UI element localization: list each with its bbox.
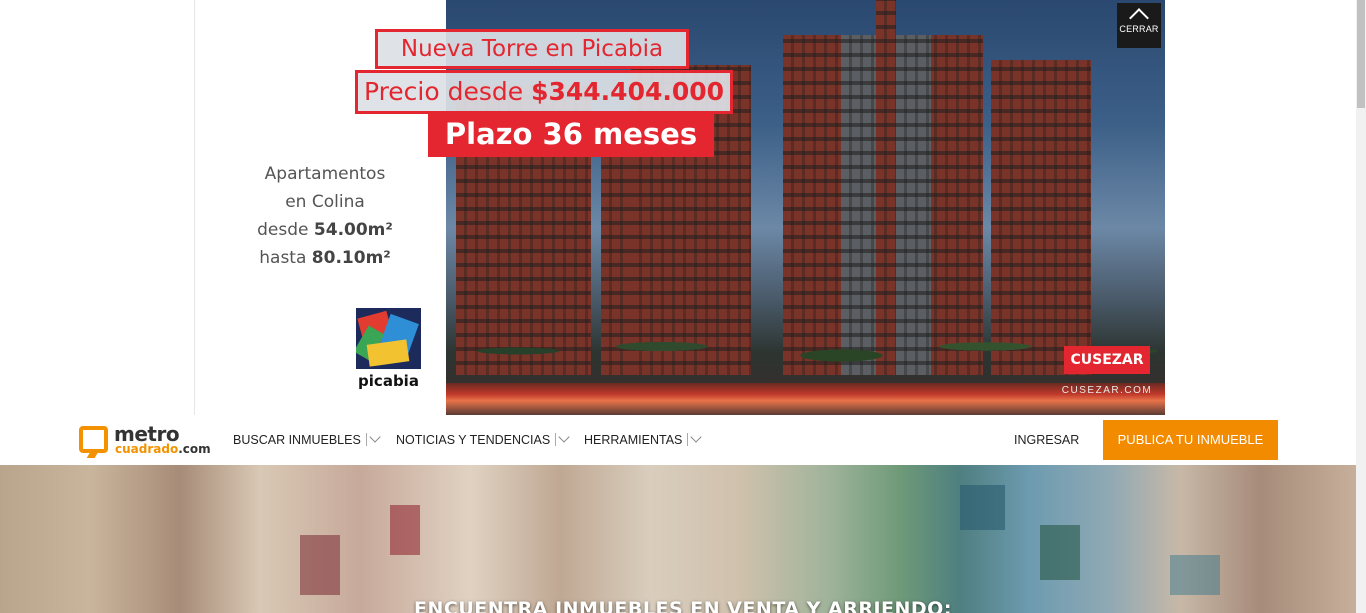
nav-label: BUSCAR INMUEBLES [233,433,361,447]
metrocuadrado-logo[interactable]: metro cuadrado.com [79,422,219,458]
chevron-down-icon [558,431,570,443]
picabia-logo[interactable]: picabia [356,308,421,393]
ad-banner[interactable]: Apartamentos en Colina desde 54.00m² has… [194,0,1165,415]
nav-noticias-tendencias[interactable]: NOTICIAS Y TENDENCIAS [396,431,570,447]
hero-image-texture [0,465,1366,613]
ad-copy-line-3-prefix: desde [257,220,314,240]
login-link[interactable]: INGRESAR [1014,433,1079,447]
scrollbar-thumb[interactable] [1357,0,1365,108]
ad-price-headline: Precio desde $344.404.000 [355,70,733,114]
nav-separator [555,433,557,446]
picabia-logo-shape [366,339,410,367]
ad-price-prefix: Precio desde [363,77,532,106]
nav-herramientas[interactable]: HERRAMIENTAS [584,431,703,447]
nav-label: NOTICIAS Y TENDENCIAS [396,433,551,447]
trees [446,297,1165,387]
ad-copy-line-4-value: 80.10m² [311,248,391,268]
chevron-down-icon [369,431,381,443]
ad-copy-line-4-prefix: hasta [259,248,312,268]
logo-speech-bubble-icon [79,426,108,453]
chevron-down-icon [690,431,703,443]
ad-copy-line-3-value: 54.00m² [313,220,393,240]
nav-separator [687,433,689,446]
ad-copy-line-1: Apartamentos [264,164,386,184]
ad-copy-line-3: desde 54.00m² [225,216,425,244]
page: Apartamentos en Colina desde 54.00m² has… [0,0,1366,613]
picabia-logo-label: picabia [356,369,421,393]
cusezar-url[interactable]: CUSEZAR.COM [1061,385,1153,396]
publish-property-button[interactable]: PUBLICA TU INMUEBLE [1103,420,1278,460]
nav-buscar-inmuebles[interactable]: BUSCAR INMUEBLES [233,431,381,447]
ad-headline: Nueva Torre en Picabia [375,29,689,69]
ad-copy-line-2: en Colina [285,192,365,212]
logo-suffix: .com [178,442,211,456]
logo-cuadrado: cuadrado [115,442,179,456]
page-scrollbar[interactable] [1356,0,1366,613]
hero-background [0,465,1366,613]
ad-description: Apartamentos en Colina desde 54.00m² has… [225,160,425,272]
ad-term-headline: Plazo 36 meses [428,111,714,157]
logo-text-bottom: cuadrado.com [115,442,211,456]
nav-label: HERRAMIENTAS [584,433,683,447]
ad-close-button[interactable]: CERRAR [1117,3,1161,48]
nav-separator [365,433,367,446]
hero-title: ENCUENTRA INMUEBLES EN VENTA Y ARRIENDO: [414,598,952,613]
ad-copy-line-4: hasta 80.10m² [225,244,425,272]
cusezar-logo[interactable]: CUSEZAR [1064,346,1150,374]
ad-price-value: $344.404.000 [531,77,725,106]
road-light-trails [446,383,1165,415]
